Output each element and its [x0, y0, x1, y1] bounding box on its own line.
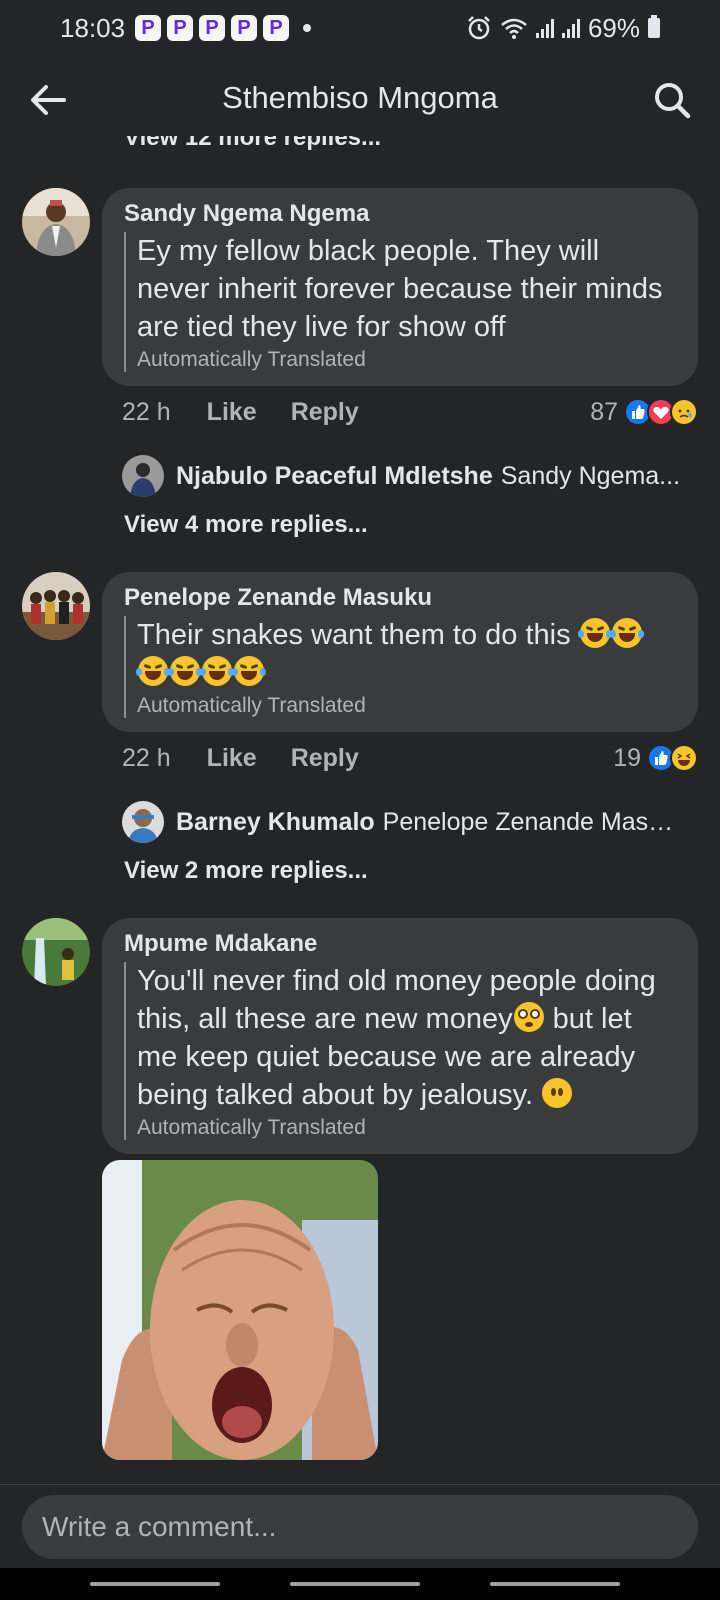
comment-text-content: Their snakes want them to do this: [137, 619, 571, 651]
app-notification-icon: P: [199, 15, 226, 41]
reaction-count: 19: [613, 743, 641, 772]
battery-percent: 69%: [587, 12, 640, 43]
nav-back-button[interactable]: [490, 1582, 620, 1586]
reply-preview-text: Sandy Ngema...: [500, 461, 681, 490]
comment-body: Ey my fellow black people. They will nev…: [124, 232, 676, 372]
reply-button[interactable]: Reply: [291, 744, 359, 773]
comment-gif-image[interactable]: [102, 1160, 378, 1460]
comment-author[interactable]: Mpume Mdakane: [124, 930, 676, 958]
comment-input[interactable]: [22, 1495, 698, 1559]
battery-icon: [648, 15, 660, 38]
profile-photo: [22, 188, 90, 256]
avatar[interactable]: [122, 455, 164, 497]
reply-author[interactable]: Njabulo Peaceful Mdletshe: [176, 462, 493, 491]
search-icon: [655, 83, 691, 119]
translation-label[interactable]: Automatically Translated: [137, 348, 676, 372]
joy-emoji-icon: [136, 656, 170, 686]
app-notification-icon: P: [231, 15, 258, 41]
more-notifications-dot-icon: [303, 24, 312, 32]
back-button[interactable]: [26, 78, 70, 122]
reaction-summary[interactable]: 19: [613, 744, 698, 773]
page-title: Sthembiso Mngoma: [222, 80, 498, 115]
no-mouth-emoji-icon: [542, 1078, 573, 1108]
signal-icon: [561, 18, 580, 38]
comment-timestamp: 22 h: [122, 743, 171, 772]
reaction-count: 87: [590, 397, 618, 426]
comment-bubble[interactable]: Penelope Zenande Masuku Their snakes wan…: [102, 572, 698, 732]
view-more-replies-link[interactable]: View 12 more replies...: [124, 136, 381, 152]
comment-text: You'll never find old money people doing…: [137, 962, 676, 1114]
comment-author[interactable]: Penelope Zenande Masuku: [124, 584, 676, 612]
like-button[interactable]: Like: [207, 744, 257, 773]
nav-recents-button[interactable]: [90, 1582, 220, 1586]
joy-emoji-icon: [232, 656, 266, 686]
comment-body: Their snakes want them to do this Automa…: [124, 616, 676, 718]
profile-photo: [22, 572, 90, 640]
comment-author[interactable]: Sandy Ngema Ngema: [124, 200, 676, 228]
reply-author[interactable]: Barney Khumalo: [176, 808, 375, 837]
haha-reaction-icon: [670, 744, 698, 772]
joy-emoji-icon: [200, 656, 234, 686]
wifi-icon: [501, 18, 527, 39]
sad-reaction-icon: [670, 398, 698, 426]
arrow-left-icon: [31, 85, 66, 115]
top-app-bar: Sthembiso Mngoma: [0, 60, 720, 136]
rofl-emoji-icon: [609, 618, 644, 648]
reply-preview[interactable]: Njabulo Peaceful Mdletshe Sandy Ngema...: [122, 454, 682, 498]
comment-text: Their snakes want them to do this: [136, 616, 676, 692]
profile-photo: [22, 918, 90, 986]
translation-label[interactable]: Automatically Translated: [137, 1116, 676, 1140]
search-button[interactable]: [650, 78, 694, 122]
rofl-emoji-icon: [577, 618, 612, 648]
comments-list: View 12 more replies... Sandy Ngema Ngem…: [0, 136, 720, 1484]
app-notification-icon: P: [167, 15, 194, 41]
app-notification-icon: P: [135, 15, 162, 41]
comment-body: You'll never find old money people doing…: [124, 962, 676, 1140]
view-more-replies-link[interactable]: View 2 more replies...: [124, 857, 368, 885]
system-navigation-bar: [0, 1568, 720, 1600]
alarm-icon: [468, 16, 490, 40]
avatar[interactable]: [22, 188, 90, 256]
avatar[interactable]: [22, 918, 90, 986]
comment-actions: 22 h Like Reply 19: [122, 740, 698, 776]
reaction-summary[interactable]: 87: [590, 398, 698, 427]
comment-bubble[interactable]: Mpume Mdakane You'll never find old mone…: [102, 918, 698, 1154]
translation-label[interactable]: Automatically Translated: [137, 694, 676, 718]
status-right: 69%: [466, 13, 660, 44]
comment-composer: [0, 1484, 720, 1568]
status-bar: 18:03 P P P P P 69%: [0, 0, 720, 56]
signal-icon: [535, 18, 554, 38]
reply-preview-text: Penelope Zenande Masuk...: [382, 807, 682, 836]
reply-preview[interactable]: Barney Khumalo Penelope Zenande Masuk...: [122, 800, 682, 844]
nav-home-button[interactable]: [290, 1582, 420, 1586]
like-button[interactable]: Like: [207, 398, 257, 427]
comment-actions: 22 h Like Reply 87: [122, 394, 698, 430]
profile-photo: [122, 801, 164, 843]
comment-bubble[interactable]: Sandy Ngema Ngema Ey my fellow black peo…: [102, 188, 698, 386]
joy-emoji-icon: [168, 656, 202, 686]
flushed-emoji-icon: [513, 1002, 544, 1032]
avatar[interactable]: [122, 801, 164, 843]
comment-timestamp: 22 h: [122, 397, 171, 426]
app-notification-icon: P: [263, 15, 290, 41]
reply-button[interactable]: Reply: [291, 398, 359, 427]
gif-picture: [102, 1160, 378, 1460]
view-more-replies-link[interactable]: View 4 more replies...: [124, 511, 368, 539]
notification-icons: P P P P P: [135, 15, 290, 41]
profile-photo: [122, 455, 164, 497]
status-time: 18:03: [60, 12, 126, 43]
comment-text: Ey my fellow black people. They will nev…: [137, 235, 663, 343]
avatar[interactable]: [22, 572, 90, 640]
